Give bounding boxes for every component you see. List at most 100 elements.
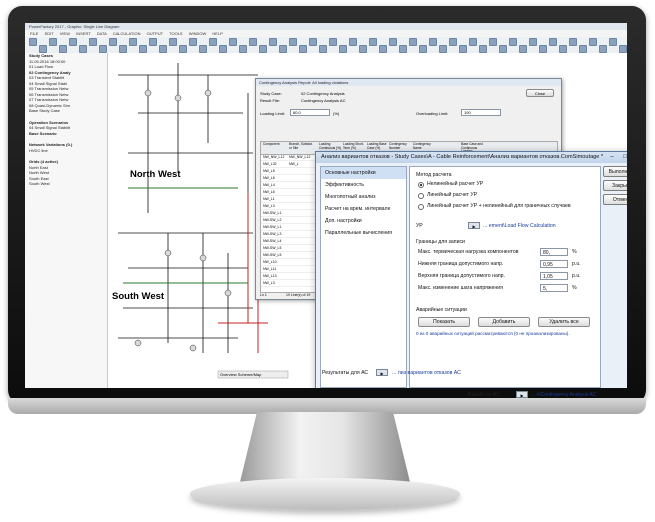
menu-calculation[interactable]: CALCULATION [113,31,141,36]
toolbar-icon[interactable] [109,38,117,46]
report-column-header[interactable]: Loading Continuous (%) [319,142,345,150]
toolbar-icon[interactable] [29,38,37,46]
nav-item-time-sweep[interactable]: Расчет на врем. интервале [321,203,406,215]
toolbar-icon[interactable] [509,38,517,46]
toolbar-icon[interactable] [219,45,227,53]
delete-all-button[interactable]: Удалить все [538,317,590,327]
toolbar-icon[interactable] [499,45,507,53]
toolbar-icon[interactable] [299,45,307,53]
toolbar-icon[interactable] [409,38,417,46]
radio-nonlinear[interactable] [418,182,424,188]
toolbar-icon[interactable] [459,45,467,53]
toolbar-icon[interactable] [119,45,127,53]
toolbar-icon[interactable] [579,45,587,53]
nav-item-parallel[interactable]: Параллельные вычисления [321,227,406,239]
report-close-button[interactable]: Close [526,89,554,97]
report-column-header[interactable]: Contingency Number [389,142,415,150]
toolbar-icon[interactable] [529,38,537,46]
toolbar-icon[interactable] [69,38,77,46]
toolbar-icon[interactable] [49,38,57,46]
menu-tools[interactable]: TOOLS [169,31,183,36]
menu-file[interactable]: FILE [30,31,38,36]
toolbar-icon[interactable] [129,38,137,46]
radio-linear[interactable] [418,193,424,199]
radio-linear-nonlinear[interactable] [418,204,424,210]
ur-link[interactable]: ... ement\Load Flow Calculation [483,223,556,229]
execute-button[interactable]: Выполнить [603,166,627,177]
add-button[interactable]: Добавить [478,317,530,327]
menu-insert[interactable]: INSERT [76,31,91,36]
minimize-icon[interactable]: – [606,153,618,161]
report-column-header[interactable]: Branch, Substat. or Site [289,142,315,150]
toolbar-icon[interactable] [319,45,327,53]
toolbar-icon[interactable] [439,45,447,53]
results-for-link[interactable]: ... ri\Contingency Analysis AC [531,392,596,398]
toolbar-icon[interactable] [259,45,267,53]
toolbar-icon[interactable] [539,45,547,53]
menu-edit[interactable]: EDIT [45,31,54,36]
loading-limit-input[interactable]: 80.0 [290,109,330,116]
toolbar-icon[interactable] [329,38,337,46]
maximize-icon[interactable]: □ [619,153,627,161]
toolbar-icon[interactable] [149,38,157,46]
toolbar-icon[interactable] [449,38,457,46]
toolbar-icon[interactable] [519,45,527,53]
toolbar-icon[interactable] [559,45,567,53]
nav-item-basic-settings[interactable]: Основные настройки [321,167,406,179]
diagram-tab[interactable]: Overview Scheme/Map [220,372,261,377]
show-button[interactable]: Показать [418,317,470,327]
menu-data[interactable]: DATA [97,31,107,36]
toolbar-icon[interactable] [239,45,247,53]
limit-input-voltage-step[interactable]: 5, [540,284,568,292]
toolbar-icon[interactable] [429,38,437,46]
toolbar-icon[interactable] [59,45,67,53]
toolbar-icon[interactable] [199,45,207,53]
limit-input-lower-voltage[interactable]: 0,95 [540,260,568,268]
toolbar-icon[interactable] [619,45,627,53]
toolbar-icon[interactable] [249,38,257,46]
report-column-header[interactable]: Contingency Name [413,142,439,150]
toolbar-icon[interactable] [379,45,387,53]
results-select-arrow-icon[interactable]: ▶ [376,369,388,376]
menu-help[interactable]: HELP [212,31,222,36]
toolbar-icon[interactable] [169,38,177,46]
toolbar-icon[interactable] [479,45,487,53]
toolbar-icon[interactable] [569,38,577,46]
toolbar-icon[interactable] [89,38,97,46]
results-for-arrow-icon[interactable]: ▶ [516,391,528,398]
toolbar-icon[interactable] [599,45,607,53]
report-column-header[interactable]: Component [263,142,289,147]
toolbar-icon[interactable] [589,38,597,46]
toolbar-icon[interactable] [469,38,477,46]
tree-item[interactable]: South West [25,181,107,187]
toolbar-icon[interactable] [189,38,197,46]
toolbar-icon[interactable] [419,45,427,53]
ur-select-arrow-icon[interactable]: ▶ [468,222,480,229]
report-column-header[interactable]: Loading Short-Term (%) [343,142,369,150]
dialog-cancel-button[interactable]: Отмена [603,194,627,205]
menu-window[interactable]: WINDOW [189,31,207,36]
toolbar-icon[interactable] [39,45,47,53]
menu-view[interactable]: VIEW [60,31,70,36]
nav-item-multithread[interactable]: Многопотный анализ [321,191,406,203]
toolbar-icon[interactable] [309,38,317,46]
toolbar-icon[interactable] [79,45,87,53]
toolbar-icon[interactable] [289,38,297,46]
toolbar-icon[interactable] [609,38,617,46]
nav-item-advanced[interactable]: Доп. настройки [321,215,406,227]
toolbar-icon[interactable] [139,45,147,53]
toolbar-icon[interactable] [229,38,237,46]
overloading-limit-input[interactable]: 100 [461,109,501,116]
toolbar-icon[interactable] [99,45,107,53]
toolbar-icon[interactable] [399,45,407,53]
toolbar-icon[interactable] [369,38,377,46]
toolbar-icon[interactable] [359,45,367,53]
dialog-close-button[interactable]: Закрыть [603,180,627,191]
toolbar-icon[interactable] [489,38,497,46]
limit-input-upper-voltage[interactable]: 1,05 [540,272,568,280]
nav-item-efficiency[interactable]: Эффективность [321,179,406,191]
toolbar-icon[interactable] [389,38,397,46]
toolbar-icon[interactable] [339,45,347,53]
toolbar-icon[interactable] [349,38,357,46]
menu-output[interactable]: OUTPUT [147,31,163,36]
